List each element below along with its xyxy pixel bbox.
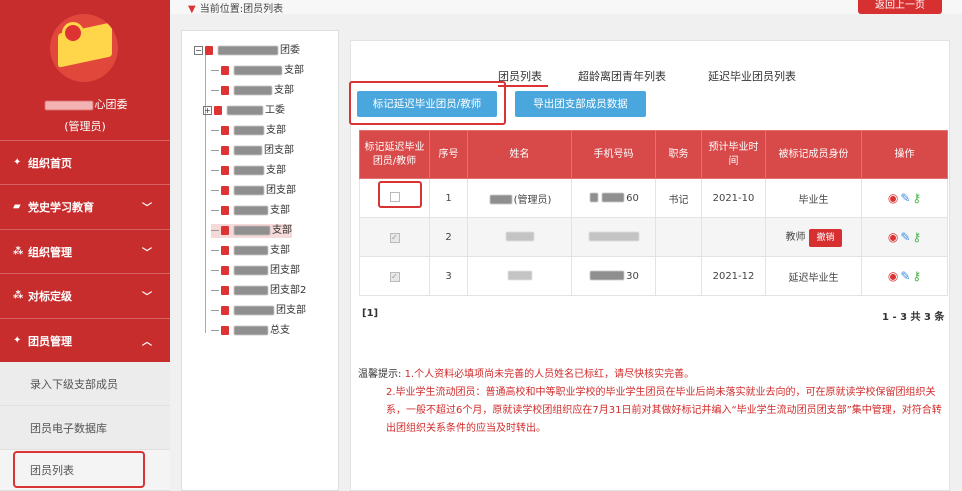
tip-line-2: 2.毕业学生流动团员：普通高校和中等职业学校的毕业学生团员在毕业后尚未落实就业去… (386, 387, 942, 434)
sidebar: 心团委 (管理员) ✦ 组织首页 ▰ 党史学习教育 ﹀ ⁂ 组织管理 ﹀ ⁂ 对标定级 ﹀ ✦… (0, 0, 170, 491)
tree-node[interactable]: + 工委 (203, 104, 285, 118)
tree-node[interactable]: 团支部 (211, 304, 306, 318)
edit-icon[interactable]: ✎ (900, 230, 910, 244)
chevron-down-icon: ﹀ (142, 292, 152, 303)
chevron-down-icon: ﹀ (142, 203, 152, 214)
breadcrumb: ▼ 当前位置:团员列表 (188, 4, 284, 15)
table-row: ✓ 2 教师 撤销 ◉ ✎ ⚷ (359, 217, 948, 257)
sub-enter-members[interactable]: 录入下级支部成员 (0, 362, 170, 406)
highlight-checkbox (378, 181, 422, 208)
tree-node[interactable]: 团支部 (211, 184, 296, 198)
col-grad: 预计毕业时间 (701, 130, 766, 179)
view-icon[interactable]: ◉ (888, 191, 898, 205)
tree-node[interactable]: 支部 (211, 124, 286, 138)
highlight-mark-button (349, 81, 506, 125)
export-button[interactable]: 导出团支部成员数据 (515, 91, 646, 117)
highlight-member-list (13, 451, 145, 488)
location-icon: ▼ (188, 4, 196, 15)
org-icon: ⁂ (13, 246, 24, 257)
tips-label: 温馨提示: (358, 369, 402, 380)
tree-node-root[interactable]: − 团委 (194, 44, 300, 58)
tree-node[interactable]: 支部 (211, 244, 290, 258)
mark-checkbox[interactable]: ✓ (389, 271, 400, 282)
tab-delayed-graduate-list[interactable]: 延迟毕业团员列表 (708, 68, 796, 84)
members-icon: ✦ (13, 335, 22, 346)
key-icon[interactable]: ⚷ (912, 230, 921, 244)
tree-node-selected[interactable]: 支部 (211, 224, 292, 238)
nav-home[interactable]: ✦ 组织首页 (0, 140, 170, 184)
nav-org-manage[interactable]: ⁂ 组织管理 ﹀ (0, 229, 170, 273)
tree-node[interactable]: 总支 (211, 324, 290, 338)
nav-member-manage[interactable]: ✦ 团员管理 ︿ (0, 318, 170, 362)
sub-member-database[interactable]: 团员电子数据库 (0, 406, 170, 450)
key-icon[interactable]: ⚷ (912, 269, 921, 283)
tree-node[interactable]: 支部 (211, 204, 290, 218)
revoke-button[interactable]: 撤销 (809, 228, 842, 247)
folder-icon (205, 45, 213, 55)
tip-line-1: 1.个人资料必填项尚未完善的人员姓名已标红，请尽快核实完善。 (404, 369, 695, 380)
col-identity: 被标记成员身份 (765, 130, 862, 179)
tree-node[interactable]: 支部 (211, 164, 286, 178)
nav-party-history[interactable]: ▰ 党史学习教育 ﹀ (0, 184, 170, 228)
nav-benchmark[interactable]: ⁂ 对标定级 ﹀ (0, 273, 170, 317)
col-seq: 序号 (429, 130, 468, 179)
edit-icon[interactable]: ✎ (900, 191, 910, 205)
col-mark: 标记延迟毕业团员/教师 (359, 130, 430, 179)
tree-node[interactable]: 团支部 (211, 144, 294, 158)
chevron-up-icon: ︿ (142, 337, 152, 348)
view-icon[interactable]: ◉ (888, 230, 898, 244)
collapse-icon: − (194, 45, 203, 55)
target-icon: ⁂ (13, 290, 24, 301)
pagination[interactable]: [1] (362, 308, 378, 319)
expand-icon: + (203, 105, 212, 115)
tree-node[interactable]: 支部 (211, 84, 294, 98)
chevron-down-icon: ﹀ (142, 248, 152, 259)
back-button[interactable]: 返回上一页 (858, 0, 942, 14)
home-icon: ✦ (13, 157, 22, 168)
top-bar (170, 0, 962, 14)
user-role: (管理员) (64, 120, 106, 133)
org-name: 心团委 (0, 96, 170, 112)
record-count: 1 - 3 共 3 条 (882, 312, 945, 323)
table-row: 1 (管理员) 60 书记 2021-10 毕业生 ◉ ✎ ⚷ (359, 178, 948, 218)
folder-icon: ▰ (13, 201, 21, 212)
col-duty: 职务 (655, 130, 702, 179)
col-name: 姓名 (467, 130, 572, 179)
tree-node[interactable]: 支部 (211, 64, 304, 78)
tree-node[interactable]: 团支部2 (211, 284, 306, 298)
edit-icon[interactable]: ✎ (900, 269, 910, 283)
key-icon[interactable]: ⚷ (912, 191, 921, 205)
table-row: ✓ 3 30 2021-12 延迟毕业生 ◉ ✎ ⚷ (359, 256, 948, 296)
league-logo (50, 14, 118, 82)
tree-node[interactable]: 团支部 (211, 264, 300, 278)
mark-checkbox[interactable]: ✓ (389, 232, 400, 243)
member-table: 标记延迟毕业团员/教师 序号 姓名 手机号码 职务 预计毕业时间 被标记成员身份… (359, 130, 948, 296)
col-actions: 操作 (861, 130, 948, 179)
col-phone: 手机号码 (571, 130, 656, 179)
tab-overage-list[interactable]: 超龄离团青年列表 (578, 68, 666, 84)
view-icon[interactable]: ◉ (888, 269, 898, 283)
tips: 温馨提示: 1.个人资料必填项尚未完善的人员姓名已标红，请尽快核实完善。 2.毕… (358, 366, 943, 438)
org-tree (181, 30, 339, 491)
